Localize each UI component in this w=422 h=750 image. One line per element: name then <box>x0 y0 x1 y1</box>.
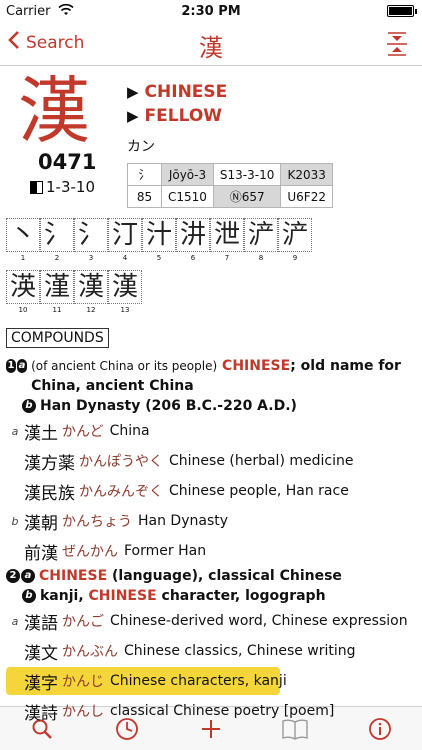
compounds-heading: COMPOUNDS <box>6 328 109 348</box>
info-cell: Ⓝ657 <box>212 185 282 208</box>
sense-header: b Han Dynasty (206 B.C.-220 A.D.) <box>6 396 416 416</box>
meaning-item: ▶ CHINESE <box>127 82 228 102</box>
sense-letter-icon: b <box>22 399 36 413</box>
compound-row[interactable]: 漢民族 かんみんぞく Chinese people, Han race <box>6 476 416 506</box>
info-cell: S13-3-10 <box>212 163 282 186</box>
stroke-step: 浐8 <box>244 218 278 264</box>
info-cell: Jōyō-3 <box>161 163 214 186</box>
meanings: ▶ CHINESE ▶ FELLOW <box>127 82 227 130</box>
kanji-number: 0471 <box>38 150 97 174</box>
half-square-icon <box>30 180 43 194</box>
stroke-order: 丶1 氵2 氵3 汀4 汁5 汫6 泄7 浐8 浐9 渶 10 漌 11 漢 12 漢… <box>6 218 312 322</box>
radical-number: 85 <box>127 185 162 208</box>
info-cell: U6F22 <box>280 185 333 208</box>
stroke-step: 汫6 <box>176 218 210 264</box>
compounds-list: 1 a (of ancient China or its people) CHI… <box>6 356 416 726</box>
stroke-row: 丶1 氵2 氵3 汀4 汁5 汫6 泄7 浐8 浐9 <box>6 218 312 264</box>
stroke-step: 渶 10 <box>6 270 40 316</box>
stroke-step: 漌 11 <box>40 270 74 316</box>
compound-row[interactable]: 漢文 かんぶん Chinese classics, Chinese writing <box>6 636 416 666</box>
stroke-step: 汀4 <box>108 218 142 264</box>
split-view-icon[interactable] <box>384 30 410 58</box>
kanji-code-value: 1-3-10 <box>46 178 95 196</box>
stroke-step: 浐9 <box>278 218 312 264</box>
sense-header: 1 a (of ancient China or its people) CHI… <box>6 358 401 394</box>
compound-row[interactable]: b 漢朝 かんちょう Han Dynasty <box>6 506 416 536</box>
triangle-right-icon: ▶ <box>127 107 139 125</box>
stroke-step: 氵3 <box>74 218 108 264</box>
sense-letter-icon: b <box>22 589 36 603</box>
status-bar: Carrier 2:30 PM <box>0 0 422 22</box>
stroke-step: 漢 13 <box>108 270 142 316</box>
radical-glyph[interactable]: 氵 <box>127 163 162 186</box>
info-icon[interactable] <box>360 709 400 749</box>
sense-header: 2 a CHINESE (language), classical Chines… <box>6 566 416 586</box>
stroke-step: 氵2 <box>40 218 74 264</box>
sense-number-icon: 1 <box>6 359 17 373</box>
stroke-step: 丶1 <box>6 218 40 264</box>
stroke-row: 渶 10 漌 11 漢 12 漢 13 <box>6 270 312 316</box>
kanji-character: 漢 <box>18 69 91 153</box>
stroke-step: 汁5 <box>142 218 176 264</box>
compound-row-selected[interactable]: 漢字 かんじ Chinese characters, kanji <box>6 666 416 696</box>
on-reading: カン <box>127 139 155 155</box>
compound-row[interactable]: 漢方薬 かんぽうやく Chinese (herbal) medicine <box>6 446 416 476</box>
compound-row[interactable]: a 漢語 かんご Chinese-derived word, Chinese expr… <box>6 606 416 636</box>
stroke-step: 漢 12 <box>74 270 108 316</box>
battery-icon <box>387 5 417 17</box>
triangle-right-icon: ▶ <box>127 83 139 101</box>
kanji-code: 1-3-10 <box>30 178 95 196</box>
compound-row[interactable]: a 漢土 かんど China <box>6 416 416 446</box>
info-cell: K2033 <box>280 163 333 186</box>
navigation-bar: Search 漢 <box>0 22 422 66</box>
stroke-step: 泄7 <box>210 218 244 264</box>
sense-number-icon: 2 <box>6 569 20 583</box>
sense-letter-icon: a <box>21 569 35 583</box>
info-cell: C1510 <box>161 185 214 208</box>
kanji-info-table: 氵 Jōyō-3 S13-3-10 K2033 85 C1510 Ⓝ657 U6… <box>127 163 333 208</box>
status-time: 2:30 PM <box>181 4 241 19</box>
page-title: 漢 <box>199 34 223 62</box>
sense-header: b kanji, CHINESE character, logograph <box>6 586 416 606</box>
sense-letter-icon: a <box>17 359 28 373</box>
meaning-item: ▶ FELLOW <box>127 106 223 126</box>
compound-row[interactable]: 前漢 ぜんかん Former Han <box>6 536 416 566</box>
